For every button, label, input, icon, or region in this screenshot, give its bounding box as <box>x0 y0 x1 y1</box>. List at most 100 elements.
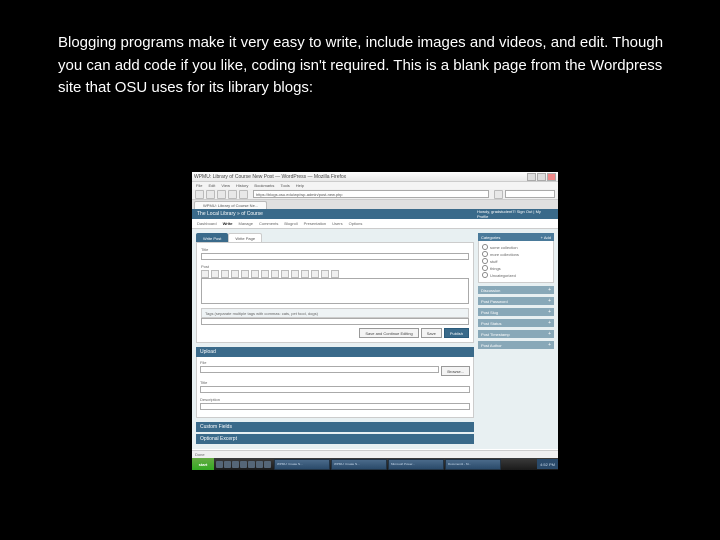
category-option[interactable]: some collection <box>482 244 550 250</box>
system-tray[interactable]: 4:52 PM <box>537 459 558 469</box>
go-button[interactable] <box>494 190 503 199</box>
tab-write-page[interactable]: Write Page <box>228 233 262 242</box>
wp-header: The Local Library » of Course Howdy, gra… <box>192 209 558 219</box>
sidebox-status[interactable]: Post Status+ <box>478 319 554 327</box>
italic-icon[interactable] <box>211 270 219 278</box>
category-option[interactable]: more collections <box>482 251 550 257</box>
strike-icon[interactable] <box>221 270 229 278</box>
save-button[interactable]: Save <box>421 328 442 338</box>
menu-edit[interactable]: Edit <box>208 183 215 188</box>
browser-toolbar: https://blogs.osu.edu/wp/wp-admin/post-n… <box>192 189 558 200</box>
write-panel: Title Post <box>196 242 474 343</box>
sidebox-slug[interactable]: Post Slug+ <box>478 308 554 316</box>
collapsed-custom-fields[interactable]: Custom Fields <box>196 422 474 432</box>
save-continue-button[interactable]: Save and Continue Editing <box>359 328 418 338</box>
browser-menubar: File Edit View History Bookmarks Tools H… <box>192 182 558 189</box>
link-icon[interactable] <box>281 270 289 278</box>
upload-header[interactable]: Upload <box>196 347 474 357</box>
list-icon[interactable] <box>231 270 239 278</box>
post-editor[interactable] <box>201 278 469 304</box>
browser-tabstrip: WPMU: Library of Course Ne... <box>192 200 558 209</box>
menu-help[interactable]: Help <box>296 183 304 188</box>
title-input[interactable] <box>201 253 469 260</box>
add-category-link[interactable]: + Add <box>541 235 551 240</box>
forward-button[interactable] <box>206 190 215 199</box>
browser-search-input[interactable] <box>505 190 555 198</box>
taskbar-button[interactable]: Document1 - M... <box>445 459 501 470</box>
quicklaunch-icon[interactable] <box>256 461 263 468</box>
home-button[interactable] <box>239 190 248 199</box>
back-button[interactable] <box>195 190 204 199</box>
nav-options[interactable]: Options <box>349 221 363 226</box>
close-button[interactable] <box>547 173 556 181</box>
taskbar-button[interactable]: Microsoft Power... <box>388 459 444 470</box>
category-option[interactable]: things <box>482 265 550 271</box>
tab-write-post[interactable]: Write Post <box>196 233 228 242</box>
upload-file-input[interactable] <box>200 366 439 373</box>
bold-icon[interactable] <box>201 270 209 278</box>
plus-icon: + <box>548 309 551 315</box>
nav-manage[interactable]: Manage <box>239 221 253 226</box>
title-label: Title <box>201 247 469 252</box>
sidebox-author[interactable]: Post Author+ <box>478 341 554 349</box>
upload-desc-input[interactable] <box>200 403 470 410</box>
spell-icon[interactable] <box>321 270 329 278</box>
browser-tab[interactable]: WPMU: Library of Course Ne... <box>194 201 267 209</box>
menu-file[interactable]: File <box>196 183 202 188</box>
quicklaunch-icon[interactable] <box>216 461 223 468</box>
maximize-button[interactable] <box>537 173 546 181</box>
menu-tools[interactable]: Tools <box>280 183 289 188</box>
slide-caption: Blogging programs make it very easy to w… <box>0 0 720 100</box>
sidebox-discussion[interactable]: Discussion+ <box>478 286 554 294</box>
upload-desc-label: Description <box>200 397 470 402</box>
quicklaunch-icon[interactable] <box>240 461 247 468</box>
wp-nav: Dashboard Write Manage Comments Blogroll… <box>192 219 558 229</box>
align-left-icon[interactable] <box>261 270 269 278</box>
help-icon[interactable] <box>331 270 339 278</box>
quicklaunch-icon[interactable] <box>264 461 271 468</box>
reload-button[interactable] <box>217 190 226 199</box>
window-title: WPMU: Library of Course New Post — WordP… <box>194 174 346 180</box>
plus-icon: + <box>548 342 551 348</box>
stop-button[interactable] <box>228 190 237 199</box>
image-icon[interactable] <box>301 270 309 278</box>
plus-icon: + <box>548 298 551 304</box>
menu-view[interactable]: View <box>221 183 230 188</box>
quicklaunch-icon[interactable] <box>224 461 231 468</box>
nav-comments[interactable]: Comments <box>259 221 278 226</box>
taskbar-button[interactable]: WPMU: Create N... <box>274 459 330 470</box>
clock: 4:52 PM <box>540 462 555 467</box>
align-center-icon[interactable] <box>271 270 279 278</box>
categories-header[interactable]: Categories + Add <box>478 233 554 241</box>
nav-write[interactable]: Write <box>223 221 233 226</box>
quote-icon[interactable] <box>251 270 259 278</box>
sidebox-password[interactable]: Post Password+ <box>478 297 554 305</box>
site-title: The Local Library » of Course <box>197 211 263 217</box>
start-button[interactable]: start <box>192 458 214 470</box>
quicklaunch-icon[interactable] <box>232 461 239 468</box>
numlist-icon[interactable] <box>241 270 249 278</box>
menu-bookmarks[interactable]: Bookmarks <box>254 183 274 188</box>
tags-input[interactable] <box>201 318 469 325</box>
taskbar-button[interactable]: WPMU: Create N... <box>331 459 387 470</box>
address-bar[interactable]: https://blogs.osu.edu/wp/wp-admin/post-n… <box>253 190 489 198</box>
category-option[interactable]: stuff <box>482 258 550 264</box>
minimize-button[interactable] <box>527 173 536 181</box>
nav-blogroll[interactable]: Blogroll <box>284 221 297 226</box>
publish-button[interactable]: Publish <box>444 328 469 338</box>
plus-icon: + <box>548 287 551 293</box>
browse-button[interactable]: Browse... <box>441 366 470 376</box>
nav-presentation[interactable]: Presentation <box>304 221 326 226</box>
tags-label: Tags (separate multiple tags with commas… <box>201 308 469 318</box>
nav-users[interactable]: Users <box>332 221 342 226</box>
category-option[interactable]: Uncategorized <box>482 272 550 278</box>
menu-history[interactable]: History <box>236 183 248 188</box>
nav-dashboard[interactable]: Dashboard <box>197 221 217 226</box>
unlink-icon[interactable] <box>291 270 299 278</box>
quicklaunch-icon[interactable] <box>248 461 255 468</box>
upload-title-input[interactable] <box>200 386 470 393</box>
sidebox-timestamp[interactable]: Post Timestamp+ <box>478 330 554 338</box>
more-icon[interactable] <box>311 270 319 278</box>
plus-icon: + <box>548 331 551 337</box>
collapsed-excerpt[interactable]: Optional Excerpt <box>196 434 474 444</box>
